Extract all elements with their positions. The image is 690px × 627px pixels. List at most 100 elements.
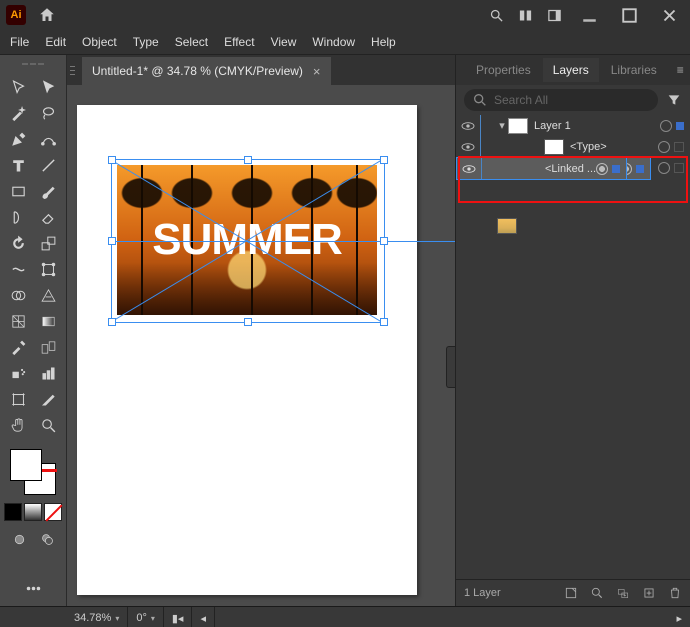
menu-select[interactable]: Select: [175, 35, 208, 49]
layer-name[interactable]: <Linked ...: [545, 163, 596, 175]
layer-row[interactable]: <Linked ...: [456, 157, 627, 180]
color-mode-swatch[interactable]: [4, 503, 22, 521]
menu-object[interactable]: Object: [82, 35, 117, 49]
line-tool[interactable]: [35, 153, 61, 177]
tab-grip-icon[interactable]: [70, 55, 78, 85]
artboard-nav-first[interactable]: ▮◂: [164, 607, 193, 627]
scale-tool[interactable]: [35, 231, 61, 255]
none-mode-swatch[interactable]: [44, 503, 62, 521]
menu-file[interactable]: File: [10, 35, 29, 49]
type-tool[interactable]: [5, 153, 31, 177]
minimize-button[interactable]: [576, 5, 602, 25]
new-layer-icon[interactable]: [642, 586, 656, 600]
artboard-nav-next[interactable]: ▸: [668, 607, 690, 627]
shaper-tool[interactable]: [5, 205, 31, 229]
zoom-level[interactable]: 34.78%▾: [66, 607, 128, 627]
selection-indicator[interactable]: [612, 165, 620, 173]
target-icon[interactable]: [658, 141, 670, 153]
draw-mode-normal[interactable]: [6, 527, 32, 551]
artboard-nav-prev[interactable]: ◂: [192, 607, 215, 627]
document-tab-title: Untitled-1* @ 34.78 % (CMYK/Preview): [92, 64, 303, 78]
menu-effect[interactable]: Effect: [224, 35, 254, 49]
free-transform-tool[interactable]: [35, 257, 61, 281]
delete-layer-icon[interactable]: [668, 586, 682, 600]
rotate-view[interactable]: 0°▾: [128, 607, 164, 627]
menu-window[interactable]: Window: [312, 35, 355, 49]
fill-swatch[interactable]: [10, 449, 42, 481]
target-icon[interactable]: [658, 162, 670, 174]
disclosure-icon[interactable]: ▾: [496, 119, 508, 132]
arrange-icon[interactable]: [518, 8, 533, 23]
filter-icon[interactable]: [666, 92, 682, 108]
gradient-mode-swatch[interactable]: [24, 503, 42, 521]
lasso-tool[interactable]: [35, 101, 61, 125]
close-tab-icon[interactable]: ×: [313, 64, 321, 79]
close-button[interactable]: [656, 5, 682, 25]
workspace-icon[interactable]: [547, 8, 562, 23]
visibility-toggle[interactable]: [457, 161, 481, 177]
document-tab[interactable]: Untitled-1* @ 34.78 % (CMYK/Preview) ×: [82, 57, 331, 85]
eraser-tool[interactable]: [35, 205, 61, 229]
eyedropper-tool[interactable]: [5, 335, 31, 359]
width-tool[interactable]: [5, 257, 31, 281]
selection-indicator[interactable]: [636, 165, 644, 173]
menu-type[interactable]: Type: [133, 35, 159, 49]
edit-toolbar-button[interactable]: [20, 576, 46, 600]
layer-search-input[interactable]: Search All: [464, 89, 658, 111]
panel-collapse-handle[interactable]: [446, 346, 455, 388]
tab-libraries[interactable]: Libraries: [601, 58, 667, 82]
layer-row[interactable]: <Type>: [456, 136, 690, 157]
fill-stroke-control[interactable]: [10, 449, 56, 495]
hand-tool[interactable]: [5, 413, 31, 437]
selection-indicator[interactable]: [674, 163, 684, 173]
selection-bounds[interactable]: [111, 159, 385, 323]
target-icon[interactable]: [596, 163, 608, 175]
selection-indicator[interactable]: [676, 122, 684, 130]
tab-layers[interactable]: Layers: [543, 58, 599, 82]
column-graph-tool[interactable]: [35, 361, 61, 385]
layer-name[interactable]: Layer 1: [534, 120, 660, 132]
layer-thumb-icon: [508, 118, 528, 134]
visibility-toggle[interactable]: [456, 118, 480, 134]
direct-selection-tool[interactable]: [35, 75, 61, 99]
target-icon[interactable]: [660, 120, 672, 132]
menu-edit[interactable]: Edit: [45, 35, 66, 49]
menu-view[interactable]: View: [271, 35, 297, 49]
tab-properties[interactable]: Properties: [466, 58, 541, 82]
zoom-tool[interactable]: [35, 413, 61, 437]
clipping-mask-icon[interactable]: [590, 586, 604, 600]
selection-indicator[interactable]: [674, 142, 684, 152]
layer-name[interactable]: <Type>: [570, 141, 658, 153]
panel-menu-icon[interactable]: ≡: [669, 63, 690, 77]
mesh-tool[interactable]: [5, 309, 31, 333]
rotate-tool[interactable]: [5, 231, 31, 255]
document-tab-strip: Untitled-1* @ 34.78 % (CMYK/Preview) ×: [67, 55, 455, 85]
home-icon[interactable]: [38, 6, 56, 24]
slice-tool[interactable]: [35, 387, 61, 411]
menu-bar: File Edit Object Type Select Effect View…: [0, 30, 690, 55]
new-sublayer-icon[interactable]: [616, 586, 630, 600]
menu-help[interactable]: Help: [371, 35, 396, 49]
search-icon[interactable]: [489, 8, 504, 23]
panel-grip-icon[interactable]: [19, 63, 47, 67]
paintbrush-tool[interactable]: [35, 179, 61, 203]
magic-wand-tool[interactable]: [5, 101, 31, 125]
blend-tool[interactable]: [35, 335, 61, 359]
visibility-toggle[interactable]: [456, 139, 480, 155]
symbol-sprayer-tool[interactable]: [5, 361, 31, 385]
perspective-grid-tool[interactable]: [35, 283, 61, 307]
artboard[interactable]: SUMMER: [77, 105, 417, 595]
pen-tool[interactable]: [5, 127, 31, 151]
draw-mode-behind[interactable]: [34, 527, 60, 551]
rectangle-tool[interactable]: [5, 179, 31, 203]
canvas[interactable]: SUMMER: [67, 85, 455, 606]
layers-list: ▾ Layer 1 <Type> SUMMER: [456, 115, 690, 579]
artboard-tool[interactable]: [5, 387, 31, 411]
locate-object-icon[interactable]: [564, 586, 578, 600]
selection-tool[interactable]: [5, 75, 31, 99]
curvature-tool[interactable]: [35, 127, 61, 151]
layer-row[interactable]: ▾ Layer 1: [456, 115, 690, 136]
gradient-tool[interactable]: [35, 309, 61, 333]
maximize-button[interactable]: [616, 5, 642, 25]
shape-builder-tool[interactable]: [5, 283, 31, 307]
